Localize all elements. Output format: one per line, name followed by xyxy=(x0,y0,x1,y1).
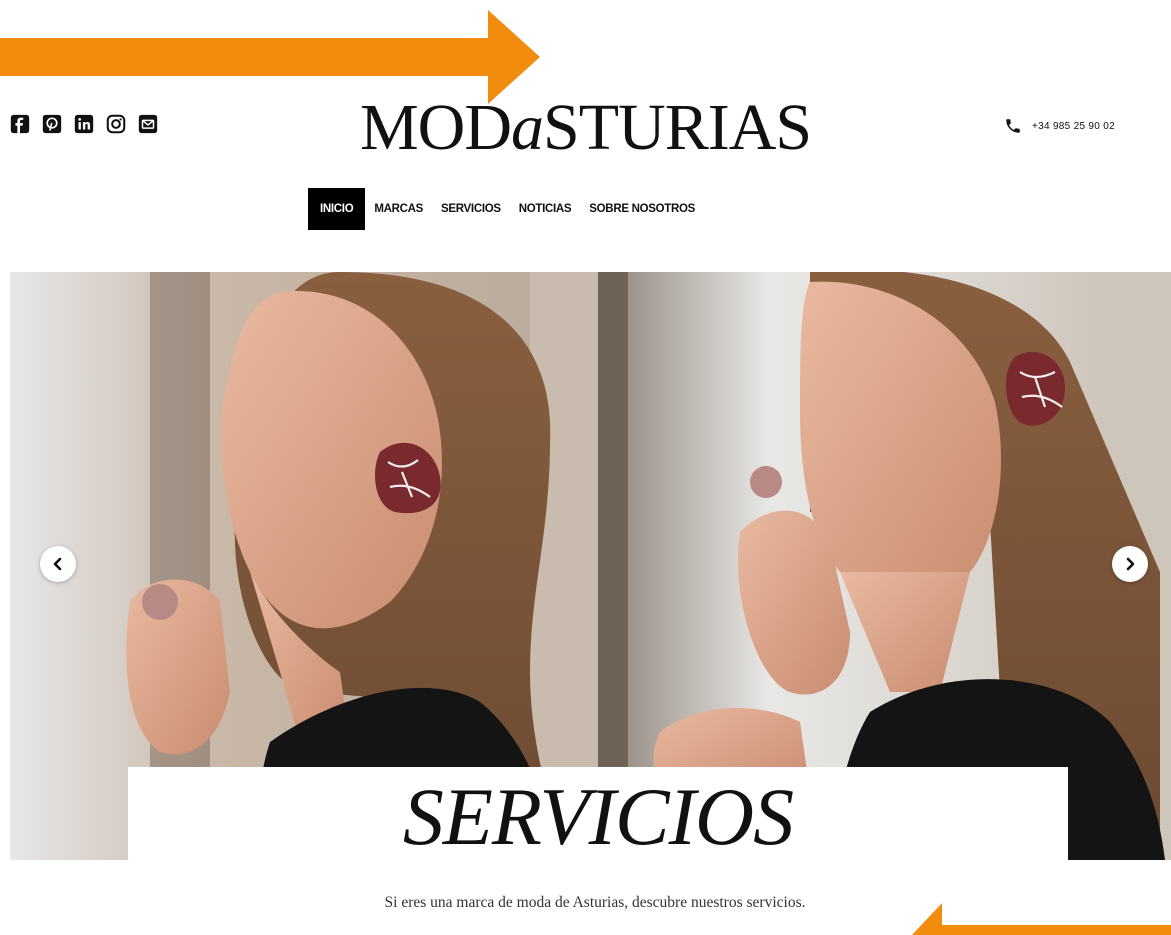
linkedin-icon[interactable] xyxy=(72,112,96,136)
chevron-right-icon xyxy=(1126,557,1135,571)
phone-number: +34 985 25 90 02 xyxy=(1032,120,1115,132)
phone-icon xyxy=(1006,119,1020,133)
nav-item-sobre-nosotros[interactable]: SOBRE NOSOTROS xyxy=(580,188,704,230)
nav-item-inicio[interactable]: INICIO xyxy=(308,188,366,230)
social-links xyxy=(8,112,160,136)
facebook-icon[interactable] xyxy=(8,112,32,136)
hero-title: SERVICIOS xyxy=(402,771,794,862)
main-nav: INICIO MARCAS SERVICIOS NOTICIAS SOBRE N… xyxy=(308,188,704,230)
chevron-left-icon xyxy=(53,557,62,571)
pinterest-icon[interactable] xyxy=(40,112,64,136)
instagram-icon[interactable] xyxy=(104,112,128,136)
site-logo[interactable]: MODaSTURIAS xyxy=(360,88,820,168)
nav-item-marcas[interactable]: MARCAS xyxy=(365,188,432,230)
nav-item-servicios[interactable]: SERVICIOS xyxy=(432,188,510,230)
logo-prefix: MOD xyxy=(360,91,512,164)
annotation-arrow-bottom xyxy=(912,903,1171,935)
phone-contact[interactable]: +34 985 25 90 02 xyxy=(1004,117,1115,135)
carousel-next-button[interactable] xyxy=(1112,546,1148,582)
hero-title-box: SERVICIOS xyxy=(128,767,1068,862)
mail-icon[interactable] xyxy=(136,112,160,136)
nav-item-noticias[interactable]: NOTICIAS xyxy=(510,188,581,230)
logo-accent: a xyxy=(511,91,544,164)
carousel-prev-button[interactable] xyxy=(40,546,76,582)
logo-suffix: STURIAS xyxy=(543,91,812,164)
hero-subtitle: Si eres una marca de moda de Asturias, d… xyxy=(384,894,806,911)
